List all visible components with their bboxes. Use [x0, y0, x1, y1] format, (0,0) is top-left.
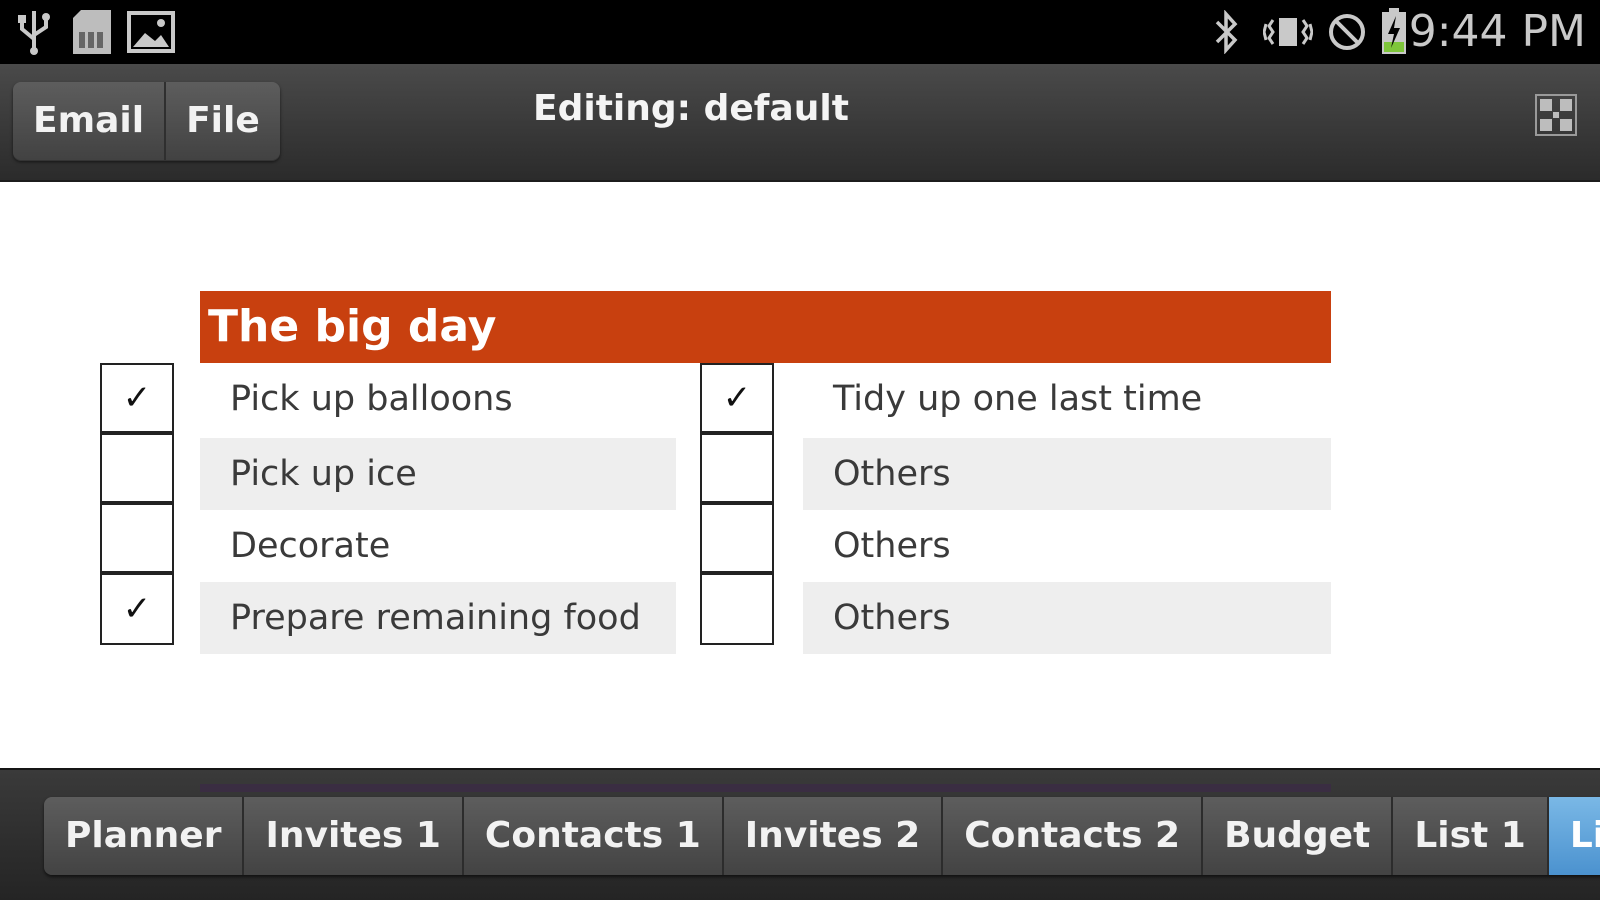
tab-list-2[interactable]: List 2	[1546, 797, 1600, 875]
checkmark-icon: ✓	[722, 378, 752, 418]
do-not-disturb-icon	[1326, 8, 1368, 56]
task-right-4[interactable]: Others	[803, 582, 1331, 654]
tab-list-1[interactable]: List 1	[1391, 797, 1547, 875]
checklist-sheet: The big day ✓ ✓ Pick up balloons Pick up…	[0, 182, 1600, 768]
checkbox-right-4[interactable]	[700, 573, 774, 645]
checkbox-left-1[interactable]: ✓	[100, 363, 174, 433]
action-bar: Email File Editing: default	[0, 64, 1600, 182]
tab-planner[interactable]: Planner	[44, 797, 243, 875]
task-right-3[interactable]: Others	[803, 510, 1331, 582]
tab-budget[interactable]: Budget	[1201, 797, 1392, 875]
bluetooth-icon	[1210, 8, 1242, 56]
checkmark-icon: ✓	[122, 589, 152, 629]
checkbox-right-3[interactable]	[700, 503, 774, 573]
file-button[interactable]: File	[164, 82, 280, 160]
battery-charging-icon	[1378, 8, 1410, 56]
app-screen: 9:44 PM Email File Editing: default The …	[0, 0, 1600, 900]
tab-contacts-1[interactable]: Contacts 1	[461, 797, 722, 875]
image-icon	[126, 8, 176, 56]
sheet-tab-bar: Planner Invites 1 Contacts 1 Invites 2 C…	[0, 768, 1600, 900]
task-right-1[interactable]: Tidy up one last time	[803, 363, 1331, 435]
action-button-group: Email File	[13, 82, 280, 160]
tab-invites-1[interactable]: Invites 1	[242, 797, 462, 875]
status-time: 9:44 PM	[1408, 6, 1586, 57]
task-left-2[interactable]: Pick up ice	[200, 438, 676, 510]
page-title: Editing: default	[533, 88, 849, 129]
checkmark-icon: ✓	[122, 378, 152, 418]
tab-contacts-2[interactable]: Contacts 2	[941, 797, 1202, 875]
sheet-tabs: Planner Invites 1 Contacts 1 Invites 2 C…	[44, 797, 1600, 875]
task-right-2[interactable]: Others	[803, 438, 1331, 510]
usb-icon	[14, 8, 54, 56]
tab-invites-2[interactable]: Invites 2	[721, 797, 942, 875]
checklist-title: The big day	[208, 301, 497, 352]
checkbox-right-2[interactable]	[700, 433, 774, 503]
task-left-4[interactable]: Prepare remaining food	[200, 582, 676, 654]
checkbox-left-3[interactable]	[100, 503, 174, 573]
checklist-header: The big day	[200, 291, 1331, 363]
vibrate-icon	[1262, 8, 1314, 56]
checkbox-right-1[interactable]: ✓	[700, 363, 774, 433]
sheet-scroll-indicator	[200, 784, 1331, 792]
status-bar: 9:44 PM	[0, 0, 1600, 64]
checkbox-left-2[interactable]	[100, 433, 174, 503]
qr-grid-icon[interactable]	[1535, 94, 1577, 136]
checkbox-left-4[interactable]: ✓	[100, 573, 174, 645]
task-left-1[interactable]: Pick up balloons	[200, 363, 676, 435]
email-button[interactable]: Email	[13, 82, 165, 160]
task-left-3[interactable]: Decorate	[200, 510, 676, 582]
sd-card-icon	[70, 8, 114, 56]
